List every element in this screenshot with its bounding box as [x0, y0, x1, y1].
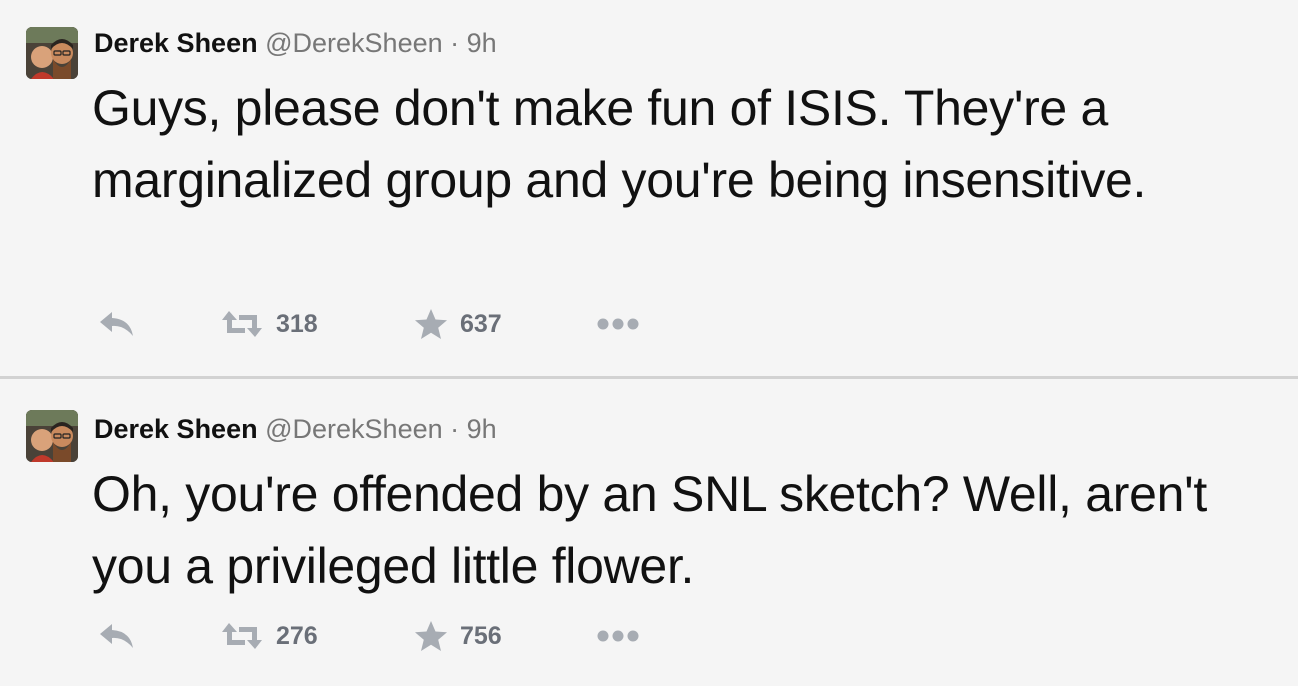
- reply-icon: [100, 312, 133, 336]
- tweet-actions: 318 637: [98, 306, 658, 342]
- reply-icon: [100, 624, 133, 648]
- tweet-timestamp[interactable]: 9h: [467, 28, 497, 58]
- tweet-actions: 276 756: [98, 618, 658, 654]
- tweet-divider: [0, 376, 1298, 379]
- separator-dot: ·: [450, 28, 460, 58]
- avatar-photo: [26, 410, 78, 462]
- more-button[interactable]: [596, 306, 640, 342]
- tweet-text: Guys, please don't make fun of ISIS. The…: [92, 80, 1147, 208]
- avatar[interactable]: [26, 410, 78, 462]
- retweet-icon: [222, 623, 262, 649]
- tweet-timestamp[interactable]: 9h: [467, 414, 497, 444]
- favorite-count: 637: [460, 309, 502, 338]
- author-name[interactable]: Derek Sheen: [94, 414, 258, 444]
- reply-button[interactable]: [98, 618, 136, 654]
- more-dots-icon: [597, 318, 639, 330]
- tweet-feed: Derek Sheen @DerekSheen · 9h Guys, pleas…: [0, 0, 1298, 686]
- more-button[interactable]: [596, 618, 640, 654]
- retweet-count: 276: [276, 621, 318, 650]
- favorite-button[interactable]: 756: [414, 618, 502, 654]
- more-dots-icon: [597, 630, 639, 642]
- star-icon: [415, 309, 447, 339]
- retweet-button[interactable]: 276: [220, 618, 318, 654]
- avatar[interactable]: [26, 27, 78, 79]
- avatar-photo: [26, 27, 78, 79]
- author-handle[interactable]: @DerekSheen: [265, 28, 443, 58]
- retweet-button[interactable]: 318: [220, 306, 318, 342]
- star-icon: [415, 621, 447, 651]
- retweet-icon: [222, 311, 262, 337]
- tweet[interactable]: Derek Sheen @DerekSheen · 9h Oh, you're …: [0, 380, 1298, 686]
- author-name[interactable]: Derek Sheen: [94, 28, 258, 58]
- tweet[interactable]: Derek Sheen @DerekSheen · 9h Guys, pleas…: [0, 0, 1298, 376]
- tweet-text: Oh, you're offended by an SNL sketch? We…: [92, 466, 1207, 594]
- tweet-header: Derek Sheen @DerekSheen · 9h: [94, 27, 497, 59]
- favorite-count: 756: [460, 621, 502, 650]
- favorite-button[interactable]: 637: [414, 306, 502, 342]
- author-handle[interactable]: @DerekSheen: [265, 414, 443, 444]
- separator-dot: ·: [450, 414, 460, 444]
- retweet-count: 318: [276, 309, 318, 338]
- tweet-header: Derek Sheen @DerekSheen · 9h: [94, 413, 497, 445]
- reply-button[interactable]: [98, 306, 136, 342]
